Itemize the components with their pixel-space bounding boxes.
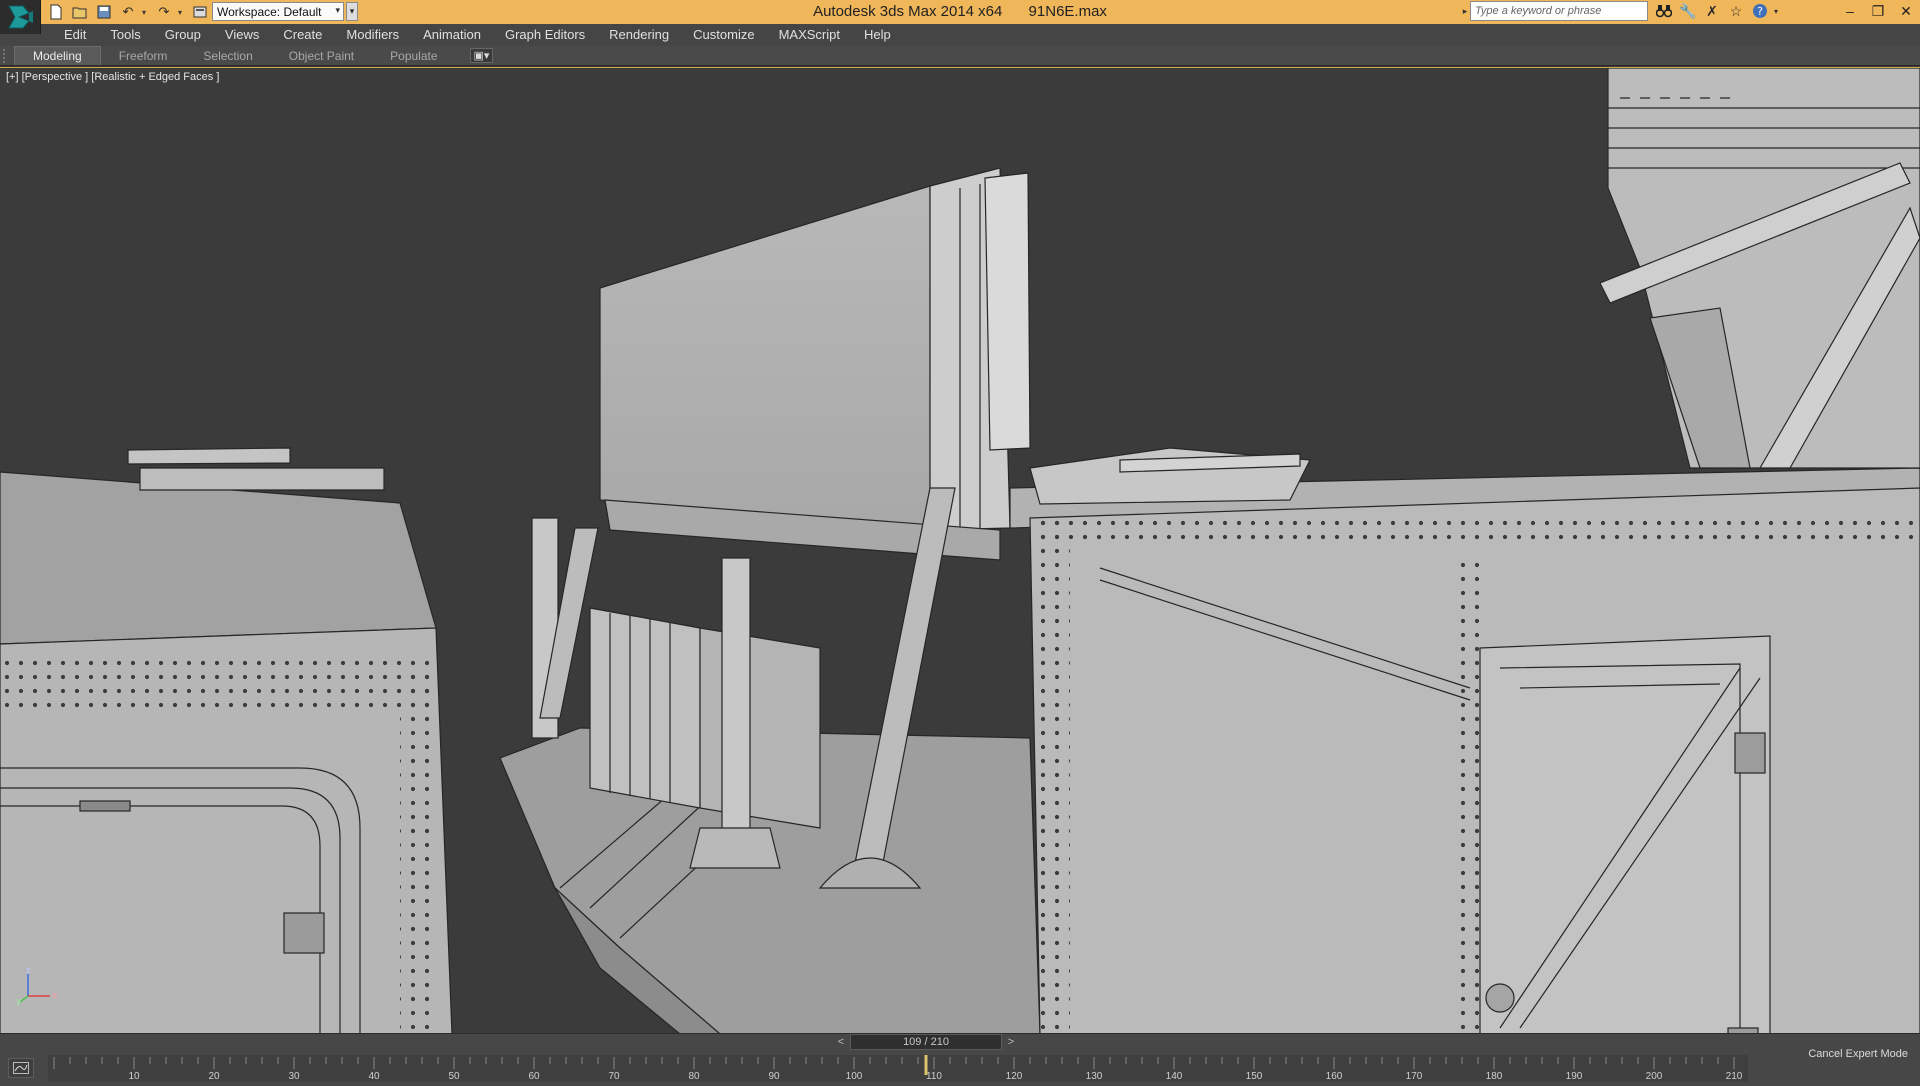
tab-selection[interactable]: Selection (185, 47, 270, 65)
timeline-tick-label: 120 (1006, 1071, 1023, 1082)
ribbon: Modeling Freeform Selection Object Paint… (0, 46, 1920, 66)
tab-populate[interactable]: Populate (372, 47, 455, 65)
infocenter: ▸ 🔧 ✗ ☆ ? ▾ (1460, 1, 1782, 21)
timeline-tick-label: 90 (768, 1071, 780, 1082)
timeline-tick-label: 140 (1166, 1071, 1183, 1082)
collapse-arrow-icon[interactable]: ▸ (1460, 1, 1470, 21)
menu-views[interactable]: Views (213, 24, 271, 46)
timeline-tick-label: 170 (1406, 1071, 1423, 1082)
timeline-tick-label: 10 (128, 1071, 140, 1082)
tab-object-paint[interactable]: Object Paint (271, 47, 372, 65)
menu-rendering[interactable]: Rendering (597, 24, 681, 46)
next-frame-button[interactable]: > (1004, 1034, 1018, 1050)
cancel-expert-mode-button[interactable]: Cancel Expert Mode (1808, 1048, 1908, 1060)
timeline-tick-label: 160 (1326, 1071, 1343, 1082)
quick-access-toolbar: ↶ ▾ ↷ ▾ (46, 2, 210, 22)
timeline-tick-label: 50 (448, 1071, 460, 1082)
new-file-icon[interactable] (46, 2, 66, 22)
svg-text:?: ? (1757, 5, 1763, 18)
workspace-dropdown[interactable]: Workspace: Default ▾ (212, 2, 344, 21)
open-file-icon[interactable] (70, 2, 90, 22)
timeline-tick-label: 130 (1086, 1071, 1103, 1082)
chevron-down-icon: ▾ (335, 5, 340, 15)
perspective-viewport[interactable]: [+] [Perspective ] [Realistic + Edged Fa… (0, 67, 1920, 1033)
close-icon[interactable]: ✕ (1892, 0, 1920, 22)
ribbon-grip-handle[interactable] (3, 49, 11, 63)
help-icon[interactable]: ? (1750, 1, 1770, 21)
timeline-tick-label: 210 (1726, 1071, 1743, 1082)
star-icon[interactable]: ☆ (1726, 1, 1746, 21)
timeline-tick-label: 60 (528, 1071, 540, 1082)
timeline-tick-label: 30 (288, 1071, 300, 1082)
app-logo-icon[interactable] (0, 0, 41, 34)
axis-label-y: y (16, 997, 22, 1006)
timeline-tick-label: 40 (368, 1071, 380, 1082)
timeline-tick-label: 110 (926, 1071, 942, 1082)
menu-maxscript[interactable]: MAXScript (767, 24, 852, 46)
current-frame-marker (924, 1055, 928, 1075)
axis-label-z: z (26, 966, 31, 976)
file-name: 91N6E.max (1028, 3, 1107, 20)
timeline-tick-label: 20 (208, 1071, 220, 1082)
project-folder-icon[interactable] (190, 2, 210, 22)
menu-customize[interactable]: Customize (681, 24, 766, 46)
undo-history-dropdown-icon[interactable]: ▾ (142, 8, 150, 17)
menu-animation[interactable]: Animation (411, 24, 493, 46)
timeline-tick-label: 80 (688, 1071, 700, 1082)
window-controls: – ❐ ✕ (1836, 0, 1920, 22)
curve-editor-icon[interactable] (8, 1058, 34, 1078)
timeline-tick-label: 70 (608, 1071, 620, 1082)
scene-render (0, 68, 1920, 1033)
time-slider-panel: < 109 / 210 > 10 20 30 40 50 60 70 80 90 100 110 12… (0, 1033, 1920, 1086)
app-name: Autodesk 3ds Max 2014 x64 (813, 3, 1003, 20)
axis-gizmo: z x y (16, 966, 58, 1006)
undo-icon[interactable]: ↶ (118, 2, 138, 22)
timeline-tick-label: 180 (1486, 1071, 1503, 1082)
viewport-label[interactable]: [+] [Perspective ] [Realistic + Edged Fa… (6, 71, 219, 83)
timeline-track[interactable]: 10 20 30 40 50 60 70 80 90 100 110 120 130 140 150 160 1… (48, 1055, 1748, 1082)
timeline-tick-label: 100 (846, 1071, 863, 1082)
exchange-icon[interactable]: ✗ (1702, 1, 1722, 21)
menu-graph-editors[interactable]: Graph Editors (493, 24, 597, 46)
menu-edit[interactable]: Edit (52, 24, 98, 46)
binoculars-icon[interactable] (1654, 1, 1674, 21)
key-tools-icon[interactable]: 🔧 (1678, 1, 1698, 21)
search-input[interactable] (1470, 1, 1648, 21)
timeline-tick-label: 190 (1566, 1071, 1583, 1082)
prev-frame-button[interactable]: < (834, 1034, 848, 1050)
axis-label-x: x (52, 991, 58, 1001)
redo-history-dropdown-icon[interactable]: ▾ (178, 8, 186, 17)
minimize-icon[interactable]: – (1836, 0, 1864, 22)
workspace-value: Workspace: Default (217, 4, 322, 19)
title-bar: Autodesk 3ds Max 2014 x64 91N6E.max ↶ ▾ … (0, 0, 1920, 24)
menu-tools[interactable]: Tools (98, 24, 152, 46)
timeline-tick-label: 150 (1246, 1071, 1263, 1082)
help-dropdown-icon[interactable]: ▾ (1774, 7, 1782, 21)
redo-icon[interactable]: ↷ (154, 2, 174, 22)
tab-freeform[interactable]: Freeform (101, 47, 186, 65)
timeline-tick-label: 200 (1646, 1071, 1663, 1082)
menu-create[interactable]: Create (271, 24, 334, 46)
menu-help[interactable]: Help (852, 24, 903, 46)
tab-modeling[interactable]: Modeling (14, 46, 101, 65)
ribbon-minimize-toggle-icon[interactable]: ▣▾ (469, 48, 494, 63)
menu-modifiers[interactable]: Modifiers (334, 24, 411, 46)
save-icon[interactable] (94, 2, 114, 22)
restore-icon[interactable]: ❐ (1864, 0, 1892, 22)
qa-customize-dropdown-icon[interactable]: ▾ (346, 2, 358, 21)
time-slider-handle[interactable]: 109 / 210 (850, 1034, 1002, 1050)
menu-bar: Edit Tools Group Views Create Modifiers … (0, 24, 1920, 46)
menu-group[interactable]: Group (153, 24, 213, 46)
